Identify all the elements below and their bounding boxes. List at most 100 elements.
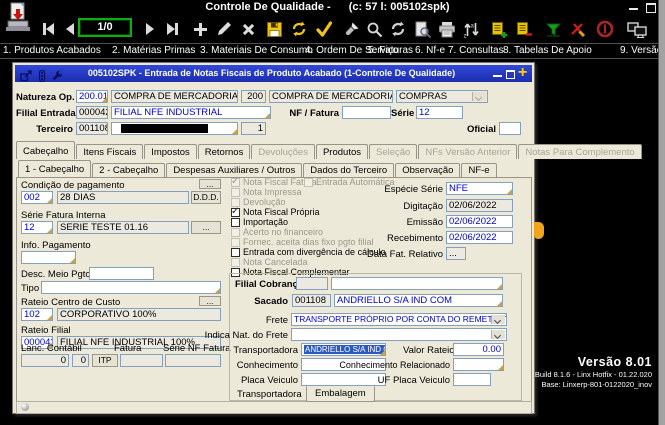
indica-nat-frete-select[interactable] <box>291 328 507 341</box>
save-button[interactable] <box>262 17 286 41</box>
window-titlebar[interactable]: 005102SPK - Entrada de Notas Fiscais de … <box>15 65 532 82</box>
edit-button[interactable] <box>212 17 236 41</box>
red-x-brush-icon <box>569 21 586 38</box>
confirm-button[interactable] <box>312 17 336 41</box>
nf-fatura-field[interactable] <box>342 106 391 119</box>
valor-rateio-field[interactable]: 0.00 <box>453 343 504 356</box>
serie-fatura-lookup-button[interactable]: ... <box>191 221 221 234</box>
undo-refresh-button[interactable] <box>287 17 311 41</box>
menu-tabelas-apoio[interactable]: 8. Tabelas De Apoio <box>503 45 592 56</box>
subtab-observacao[interactable]: Observação <box>395 163 460 177</box>
list-remove-button[interactable] <box>512 17 536 41</box>
rateio-cc-lookup-button[interactable]: ... <box>199 296 221 306</box>
exit-button[interactable] <box>593 17 617 41</box>
itp-button[interactable]: ITP <box>92 354 118 367</box>
print-button[interactable] <box>435 17 459 41</box>
menu-consultas[interactable]: 7. Consultas <box>448 45 504 56</box>
transportadora-field[interactable]: ANDRIELLO S/A IND COM <box>301 343 386 356</box>
natureza-op-num-field: 200 <box>241 90 266 103</box>
serie-field[interactable]: 12 <box>416 106 463 119</box>
tab-impostos[interactable]: Impostos <box>144 144 197 159</box>
list-add-button[interactable] <box>487 17 511 41</box>
app-titlebar: Controle De Qualidade -(c: 57 l: 005102s… <box>0 1 655 13</box>
bottom-tab-embalagem[interactable]: Embalagem <box>306 386 375 402</box>
serie-fatura-desc-field: SERIE TESTE 01.16 <box>57 221 189 234</box>
tab-retornos[interactable]: Retornos <box>198 144 251 159</box>
ddd-button[interactable]: D.D.D. <box>191 191 221 204</box>
conhecimento-relacionado-field[interactable] <box>453 358 504 371</box>
tab-itens-fiscais[interactable]: Itens Fiscais <box>76 144 143 159</box>
bottom-tab-transportadora[interactable]: Transportadora <box>233 387 306 402</box>
subtab-2-cabecalho[interactable]: 2 - Cabeçalho <box>92 163 165 177</box>
condicao-code-field[interactable]: 002 <box>21 191 53 204</box>
sacado-desc-field[interactable]: ANDRIELLO S/A IND COM <box>334 294 503 307</box>
window-add-button[interactable]: + <box>518 64 527 81</box>
desc-meio-pgto-field[interactable] <box>89 267 154 280</box>
search-button[interactable] <box>362 17 386 41</box>
sort-button[interactable]: az <box>459 17 483 41</box>
oficial-field[interactable] <box>499 122 521 135</box>
refresh-button[interactable] <box>386 17 410 41</box>
tab-produtos[interactable]: Produtos <box>316 144 368 159</box>
window-switch-button[interactable] <box>625 17 649 41</box>
tipo-field[interactable] <box>41 281 221 294</box>
tipo-label: Tipo <box>21 283 39 294</box>
frete-select[interactable]: TRANSPORTE PRÓPRIO POR CONTA DO REMETENT… <box>291 313 507 326</box>
filial-cobranca-desc-field[interactable] <box>331 277 503 290</box>
desc-meio-pgto-label: Desc. Meio Pgto <box>21 269 91 280</box>
tab-cabecalho[interactable]: Cabeçalho <box>16 141 75 159</box>
checkbox-importacao[interactable] <box>231 218 240 227</box>
checkbox-entrada-divergencia[interactable] <box>231 248 240 257</box>
app-minimize-button[interactable] <box>629 8 638 10</box>
conhecimento-relacionado-label: Conhecimento Relacionado <box>338 360 450 370</box>
preview-button[interactable] <box>410 17 434 41</box>
menu-materias-primas[interactable]: 2. Matérias Primas <box>112 45 195 56</box>
info-pagamento-field[interactable] <box>21 251 76 264</box>
filter-button[interactable] <box>541 17 565 41</box>
subtab-1-cabecalho[interactable]: 1 - Cabeçalho <box>18 160 91 177</box>
frete-label: Frete <box>173 315 288 326</box>
last-record-button[interactable] <box>160 17 184 41</box>
magnifier-icon <box>366 21 383 38</box>
traffic-light-icon[interactable] <box>36 69 48 81</box>
chevron-down-icon[interactable] <box>491 330 505 339</box>
window-minimize-button[interactable] <box>493 75 502 77</box>
checkbox-fornec-dias-fixo <box>231 238 240 247</box>
subtab-nfe[interactable]: NF-e <box>461 163 496 177</box>
data-fat-relativo-field[interactable]: ... <box>446 247 466 260</box>
checkbox-nota-fiscal-propria[interactable] <box>231 208 240 217</box>
clear-filter-button[interactable] <box>565 17 589 41</box>
menu-faturas[interactable]: 5. Faturas <box>368 45 413 56</box>
subtab-dados-terceiro[interactable]: Dados do Terceiro <box>303 163 394 177</box>
plus-icon <box>194 23 207 36</box>
first-record-button[interactable] <box>36 17 60 41</box>
condicao-lookup-button[interactable]: ... <box>199 179 221 189</box>
emissao-field[interactable]: 02/06/2022 <box>446 215 513 228</box>
app-maximize-button[interactable] <box>646 3 656 13</box>
app-session: (c: 57 l: 005102spk) <box>349 1 450 13</box>
chevron-down-icon[interactable] <box>472 92 486 101</box>
rateio-cc-code-field[interactable]: 102 <box>21 308 53 321</box>
serie-fatura-code-field[interactable]: 12 <box>21 221 53 234</box>
menu-nfe[interactable]: 6. Nf-e <box>415 45 445 56</box>
next-record-button[interactable] <box>138 17 162 41</box>
checkbox-acerto-financeiro <box>231 228 240 237</box>
redacted-overlay <box>121 124 208 133</box>
filial-entrada-desc-field[interactable]: FILIAL NFE INDUSTRIAL <box>111 106 271 119</box>
natureza-op-tipo-select[interactable]: COMPRAS <box>396 90 488 103</box>
subtab-despesas-auxiliares[interactable]: Despesas Auxiliares / Outros <box>166 163 302 177</box>
recebimento-field[interactable]: 02/06/2022 <box>446 231 513 244</box>
natureza-op-code-field[interactable]: 200.01 <box>76 90 108 103</box>
wrench-icon[interactable] <box>51 69 63 81</box>
export-window-icon[interactable] <box>20 69 32 81</box>
uf-placa-veiculo-field[interactable] <box>453 373 491 386</box>
add-button[interactable] <box>188 17 212 41</box>
menu-materiais-consumo[interactable]: 3. Materiais De Consumo <box>200 45 313 56</box>
chevron-down-icon[interactable] <box>491 315 505 324</box>
checkbox-nota-cancelada <box>231 258 240 267</box>
window-maximize-button[interactable] <box>506 70 515 79</box>
delete-button[interactable] <box>236 17 260 41</box>
menu-produtos-acabados[interactable]: 1. Produtos Acabados <box>3 45 101 56</box>
especie-serie-field[interactable]: NFE <box>446 182 513 195</box>
clear-button[interactable] <box>339 17 363 41</box>
